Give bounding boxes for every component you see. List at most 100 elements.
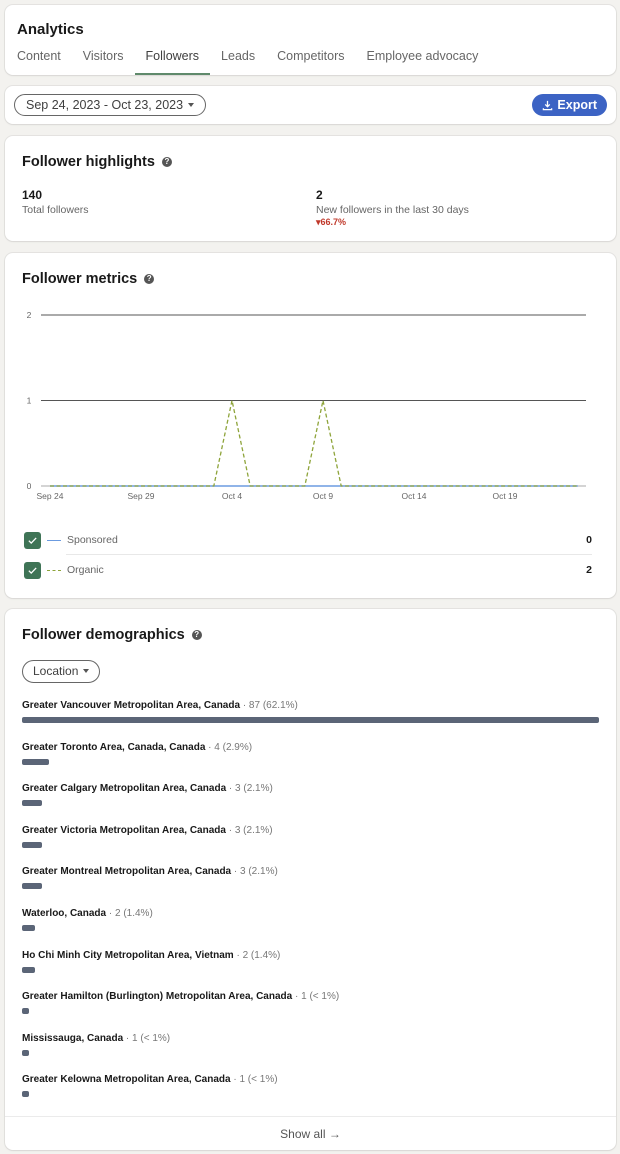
x-tick-label: Oct 14 [401,491,426,501]
help-icon[interactable]: ? [161,157,172,167]
demographics-title: Follower demographics [22,627,185,643]
location-name: Greater Vancouver Metropolitan Area, Can… [22,700,241,711]
demographic-label: Greater Vancouver Metropolitan Area, Can… [22,700,599,711]
demographic-label: Mississauga, Canada · 1 (< 1%) [22,1033,599,1044]
change-value: 66.7% [320,217,347,227]
location-count: · 3 (2.1%) [231,866,278,878]
location-count: · 3 (2.1%) [226,783,273,795]
export-button[interactable]: Export [532,94,607,116]
highlights-title: Follower highlights [22,154,155,170]
new-followers-stat: 2 New followers in the last 30 days ▾66.… [316,188,469,228]
location-name: Greater Montreal Metropolitan Area, Cana… [22,866,232,878]
section-title: Follower highlights ? [22,154,172,170]
tab-visitors[interactable]: Visitors [72,47,135,75]
tab-leads[interactable]: Leads [210,47,266,75]
section-title: Follower demographics ? [22,627,202,643]
stat-value: 2 [316,188,323,202]
demographic-bar [22,924,35,931]
x-tick-label: Oct 9 [313,491,334,501]
tab-followers[interactable]: Followers [134,47,211,75]
demographic-label: Greater Montreal Metropolitan Area, Cana… [22,866,599,877]
stat-label: New followers in the last 30 days [316,204,469,216]
demographic-item: Greater Victoria Metropolitan Area, Cana… [22,825,599,867]
location-name: Greater Hamilton (Burlington) Metropolit… [22,991,293,1003]
caret-down-icon [83,668,90,673]
legend-label: Sponsored [67,534,118,546]
location-count: · 1 (< 1%) [292,991,340,1003]
demographics-list: Greater Vancouver Metropolitan Area, Can… [22,700,599,1116]
demographic-bar [22,966,35,973]
demographic-item: Mississauga, Canada · 1 (< 1%) [22,1033,599,1075]
demographic-bar [22,1091,29,1098]
demographic-label: Ho Chi Minh City Metropolitan Area, Viet… [22,950,599,961]
demographic-item: Greater Vancouver Metropolitan Area, Can… [22,700,599,742]
location-name: Greater Kelowna Metropolitan Area, Canad… [22,1074,231,1086]
x-tick-label: Oct 19 [492,491,517,501]
help-icon[interactable]: ? [191,630,202,640]
demographic-bar [22,1049,29,1056]
analytics-header: Analytics Content Visitors Followers Lea… [5,5,616,75]
demographic-type-dropdown[interactable]: Location [22,660,101,683]
demographic-item: Greater Montreal Metropolitan Area, Cana… [22,866,599,908]
follower-demographics-card: Follower demographics ? Location Greater… [5,609,616,1150]
total-followers-stat: 140 Total followers [22,188,89,216]
location-count: · 4 (2.9%) [205,741,253,753]
stat-change: ▾66.7% [316,217,469,228]
location-name: Ho Chi Minh City Metropolitan Area, Viet… [22,949,234,961]
demographic-bar [22,717,599,723]
location-name: Mississauga, Canada [22,1032,124,1044]
location-count: · 1 (< 1%) [123,1032,171,1044]
dropdown-label: Location [33,664,79,678]
location-name: Greater Toronto Area, Canada, Canada [22,741,206,753]
dashed-line-swatch [47,569,61,571]
series-line-organic [50,400,578,487]
analytics-tabs: Content Visitors Followers Leads Competi… [5,47,489,75]
checkmark-icon [28,566,37,574]
demographic-bar [22,1008,29,1015]
legend-value: 2 [586,564,592,576]
x-tick-label: Sep 24 [37,491,64,501]
demographic-bar [22,800,42,807]
stat-value: 140 [22,188,43,202]
demographic-item: Greater Kelowna Metropolitan Area, Canad… [22,1074,599,1116]
filter-bar: Sep 24, 2023 - Oct 23, 2023 Export [5,86,616,124]
location-count: · 2 (1.4%) [233,949,281,961]
organic-checkbox[interactable] [24,561,41,579]
legend-row-sponsored: Sponsored 0 [24,529,592,551]
download-icon [543,100,553,110]
demographic-item: Waterloo, Canada · 2 (1.4%) [22,908,599,950]
demographic-bar [22,883,42,890]
y-tick-label: 0 [27,481,32,491]
location-name: Waterloo, Canada [22,907,107,919]
y-tick-label: 2 [27,310,32,320]
date-range-dropdown[interactable]: Sep 24, 2023 - Oct 23, 2023 [14,94,207,116]
demographic-label: Greater Victoria Metropolitan Area, Cana… [22,825,599,836]
location-count: · 3 (2.1%) [225,824,273,836]
legend-divider [66,554,592,555]
demographic-label: Waterloo, Canada · 2 (1.4%) [22,908,599,919]
legend-value: 0 [586,534,592,546]
follower-highlights-card: Follower highlights ? 140 Total follower… [5,136,616,241]
show-all-button[interactable]: Show all → [5,1116,616,1150]
x-tick-label: Sep 29 [128,491,155,501]
page-title: Analytics [17,21,84,38]
tab-competitors[interactable]: Competitors [266,47,355,75]
demographic-item: Ho Chi Minh City Metropolitan Area, Viet… [22,950,599,992]
demographic-item: Greater Calgary Metropolitan Area, Canad… [22,783,599,825]
sponsored-checkbox[interactable] [24,531,41,549]
caret-down-icon [188,102,195,107]
location-name: Greater Victoria Metropolitan Area, Cana… [22,824,226,836]
location-name: Greater Calgary Metropolitan Area, Canad… [22,783,227,795]
follower-metrics-card: Follower metrics ? 0 1 2 Sep 24 Sep 29 Oct 4O… [5,253,616,598]
tab-content[interactable]: Content [5,47,72,75]
demographic-label: Greater Calgary Metropolitan Area, Canad… [22,783,599,794]
follower-metrics-chart: 0 1 2 Sep 24 Sep 29 Oct 4 Oct 9 Oct 14 Oct 19 [27,310,586,501]
demographic-label: Greater Kelowna Metropolitan Area, Canad… [22,1074,599,1085]
demographic-label: Greater Toronto Area, Canada, Canada · 4… [22,742,599,753]
checkmark-icon [28,536,37,544]
tab-employee-advocacy[interactable]: Employee advocacy [356,47,490,75]
demographic-item: Greater Toronto Area, Canada, Canada · 4… [22,742,599,784]
location-count: · 1 (< 1%) [230,1074,278,1086]
location-count: · 2 (1.4%) [106,907,153,919]
stat-label: Total followers [22,204,89,216]
